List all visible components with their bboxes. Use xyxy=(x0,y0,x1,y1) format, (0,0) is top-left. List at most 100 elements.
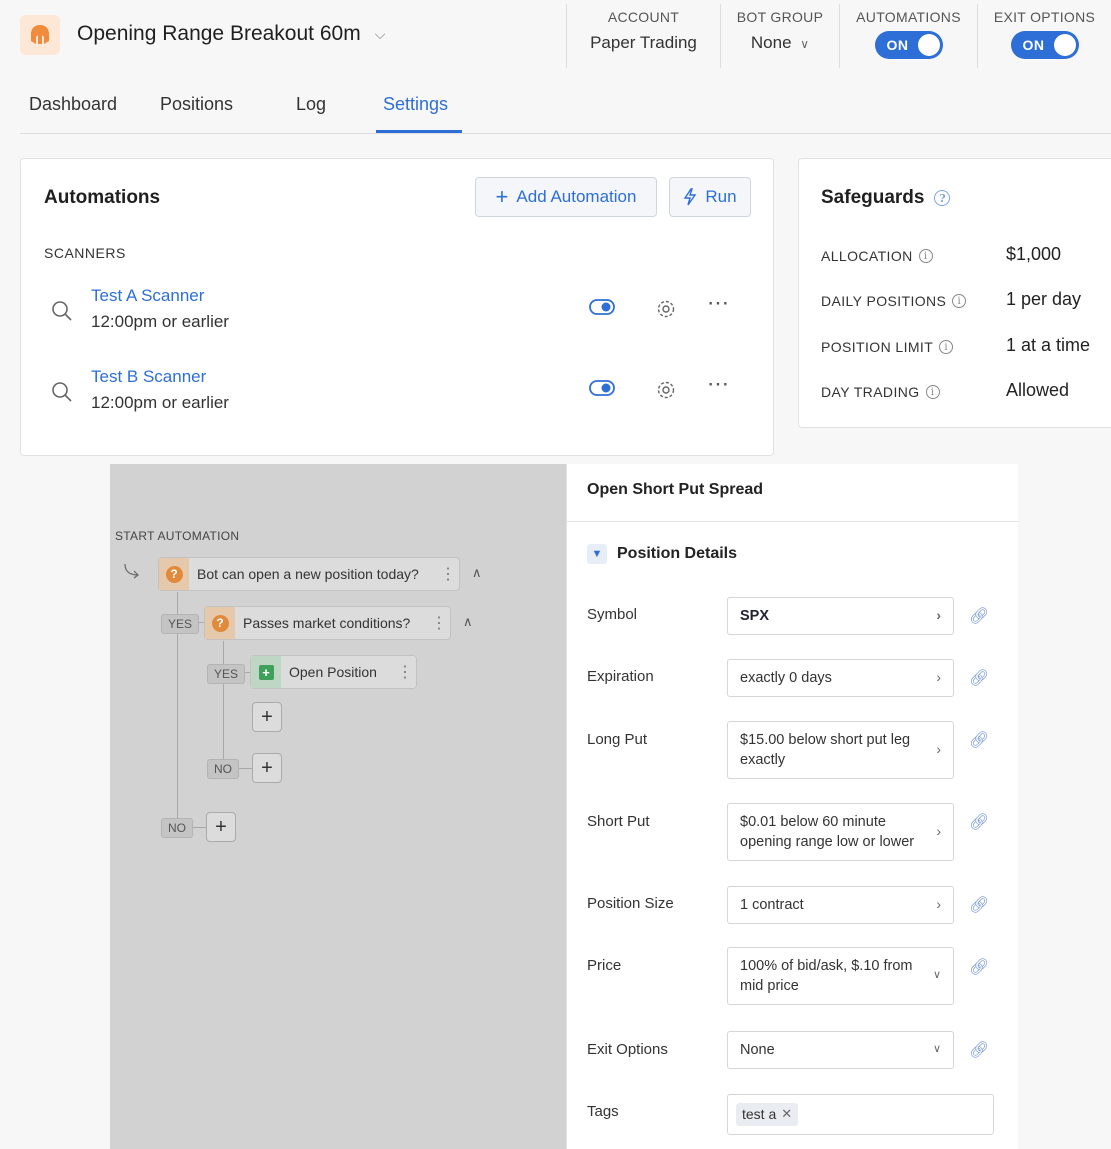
exit-options-toggle-state: ON xyxy=(1022,37,1045,53)
info-icon[interactable]: i xyxy=(925,385,940,399)
scanners-section-label: SCANNERS xyxy=(44,245,126,261)
short-put-field[interactable]: $0.01 below 60 minute opening range low … xyxy=(727,803,954,861)
plus-icon: + xyxy=(495,184,509,209)
field-value: $15.00 below short put leg exactly xyxy=(740,731,911,768)
field-value: exactly 0 days xyxy=(740,669,832,686)
gear-icon[interactable] xyxy=(655,379,677,401)
exit-options-select[interactable]: None ∨ xyxy=(727,1031,954,1069)
account-display: ACCOUNT Paper Trading xyxy=(566,4,720,68)
helmet-icon xyxy=(31,25,49,44)
long-put-field[interactable]: $15.00 below short put leg exactly › xyxy=(727,721,954,779)
bot-group-select[interactable]: BOT GROUP None ∨ xyxy=(720,4,839,68)
tag-label: test a xyxy=(742,1105,777,1122)
field-label: Short Put xyxy=(587,813,650,830)
exit-options-control: EXIT OPTIONS ON xyxy=(977,4,1111,68)
scanner-schedule: 12:00pm or earlier xyxy=(91,393,229,412)
scanner-name-link[interactable]: Test A Scanner xyxy=(91,286,204,306)
tab-log[interactable]: Log xyxy=(296,94,326,115)
link-icon[interactable]: 🔗︎ xyxy=(969,812,989,832)
add-automation-label: Add Automation xyxy=(516,187,637,206)
more-options-icon[interactable]: ⋯ xyxy=(707,290,730,316)
collapse-icon[interactable]: ∧ xyxy=(463,614,473,630)
add-step-button[interactable]: + xyxy=(206,812,236,842)
connector-line xyxy=(238,768,252,769)
chevron-right-icon: › xyxy=(936,741,941,758)
search-icon xyxy=(52,301,72,321)
run-button[interactable]: Run xyxy=(669,177,751,217)
node-menu-icon[interactable]: ⋮ xyxy=(437,564,459,584)
bot-group-label: BOT GROUP xyxy=(736,9,824,25)
no-branch-label: NO xyxy=(207,759,239,779)
link-icon[interactable]: 🔗︎ xyxy=(969,895,989,915)
link-icon[interactable]: 🔗︎ xyxy=(969,1040,989,1060)
field-value: $0.01 below 60 minute opening range low … xyxy=(740,813,915,850)
safeguards-title: Safeguards xyxy=(821,187,925,208)
node-menu-icon[interactable]: ⋮ xyxy=(428,613,450,633)
tab-positions[interactable]: Positions xyxy=(160,94,233,115)
section-title: Position Details xyxy=(617,545,738,562)
tab-dashboard[interactable]: Dashboard xyxy=(29,94,117,115)
gear-icon[interactable] xyxy=(655,298,677,320)
add-step-button[interactable]: + xyxy=(252,753,282,783)
exit-options-label: EXIT OPTIONS xyxy=(993,9,1096,25)
field-label: Long Put xyxy=(587,731,648,748)
link-icon[interactable]: 🔗︎ xyxy=(969,668,989,688)
symbol-field[interactable]: SPX › xyxy=(727,597,954,635)
scanner-row: Test A Scanner 12:00pm or earlier ⋯ xyxy=(51,286,751,346)
question-icon: ? xyxy=(165,565,183,583)
field-value: SPX xyxy=(740,607,770,624)
scanner-row: Test B Scanner 12:00pm or earlier ⋯ xyxy=(51,367,751,427)
info-icon[interactable]: i xyxy=(918,249,933,263)
node-label: Passes market conditions? xyxy=(243,615,411,631)
more-options-icon[interactable]: ⋯ xyxy=(707,371,730,397)
safeguard-label: ALLOCATION xyxy=(821,248,913,264)
scanner-name-link[interactable]: Test B Scanner xyxy=(91,367,206,387)
automations-label: AUTOMATIONS xyxy=(856,9,961,25)
link-icon[interactable]: 🔗︎ xyxy=(969,606,989,626)
position-size-field[interactable]: 1 contract › xyxy=(727,886,954,924)
chevron-right-icon: › xyxy=(936,823,941,840)
scanner-enable-toggle[interactable] xyxy=(589,379,615,397)
field-value: 1 contract xyxy=(740,896,804,913)
chevron-down-icon: ⌵ xyxy=(374,25,386,42)
info-icon[interactable]: i xyxy=(952,294,967,308)
open-position-icon: + xyxy=(258,664,274,680)
info-icon[interactable]: i xyxy=(939,340,954,354)
field-value: 100% of bid/ask, $.10 from mid price xyxy=(740,957,913,994)
automations-toggle[interactable]: ON xyxy=(874,31,943,59)
safeguard-value: $1,000 xyxy=(1006,244,1062,264)
price-field[interactable]: 100% of bid/ask, $.10 from mid price ∨ xyxy=(727,947,954,1005)
node-menu-icon[interactable]: ⋮ xyxy=(394,662,416,682)
condition-node[interactable]: ? Bot can open a new position today? ⋮ xyxy=(158,557,460,591)
add-automation-button[interactable]: + Add Automation xyxy=(475,177,657,217)
bot-selector[interactable]: Opening Range Breakout 60m ⌵ xyxy=(77,22,385,46)
field-label: Position Size xyxy=(587,895,674,912)
expiration-field[interactable]: exactly 0 days › xyxy=(727,659,954,697)
safeguard-value: 1 per day xyxy=(1006,289,1082,309)
position-details-toggle[interactable]: ▼ Position Details xyxy=(587,544,737,564)
bot-logo xyxy=(20,15,60,55)
chevron-right-icon: › xyxy=(936,669,941,686)
tab-settings[interactable]: Settings xyxy=(383,94,448,115)
exit-options-toggle[interactable]: ON xyxy=(1010,31,1079,59)
automations-title: Automations xyxy=(44,187,161,208)
entry-arrow-icon xyxy=(124,563,139,579)
action-node[interactable]: + Open Position ⋮ xyxy=(250,655,417,689)
safeguard-value: 1 at a time xyxy=(1006,335,1091,355)
scanner-enable-toggle[interactable] xyxy=(589,298,615,316)
add-step-button[interactable]: + xyxy=(252,702,282,732)
condition-node[interactable]: ? Passes market conditions? ⋮ xyxy=(204,606,451,640)
search-icon xyxy=(52,382,72,402)
link-icon[interactable]: 🔗︎ xyxy=(969,957,989,977)
tags-input[interactable]: test a ✕ xyxy=(727,1094,994,1135)
field-label: Expiration xyxy=(587,668,654,685)
remove-tag-icon[interactable]: ✕ xyxy=(781,1105,792,1123)
scanner-schedule: 12:00pm or earlier xyxy=(91,312,229,331)
help-icon[interactable]: ? xyxy=(934,190,951,206)
collapse-icon[interactable]: ∧ xyxy=(472,565,482,581)
lightning-icon xyxy=(684,188,697,206)
chevron-down-icon: ∨ xyxy=(800,37,810,51)
tab-bar: Dashboard Positions Log Settings xyxy=(20,82,1111,134)
chevron-right-icon: › xyxy=(936,896,941,913)
link-icon[interactable]: 🔗︎ xyxy=(969,730,989,750)
